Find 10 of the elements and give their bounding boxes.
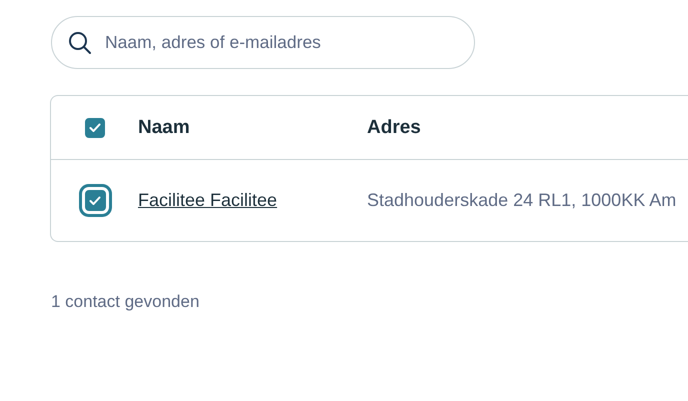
column-header: Naam bbox=[138, 116, 190, 138]
search-icon bbox=[68, 31, 92, 55]
check-icon bbox=[89, 196, 101, 206]
column-header: Adres bbox=[367, 116, 421, 138]
result-count: 1 contact gevonden bbox=[51, 292, 200, 311]
checkbox[interactable] bbox=[85, 118, 105, 138]
check-icon bbox=[89, 122, 101, 132]
search-field[interactable]: Naam, adres of e-mailadres bbox=[51, 16, 475, 69]
address-cell: Stadhouderskade 24 RL1, 1000KK Am bbox=[367, 190, 676, 210]
contact-name-link[interactable]: Facilitee Facilitee bbox=[138, 190, 278, 210]
